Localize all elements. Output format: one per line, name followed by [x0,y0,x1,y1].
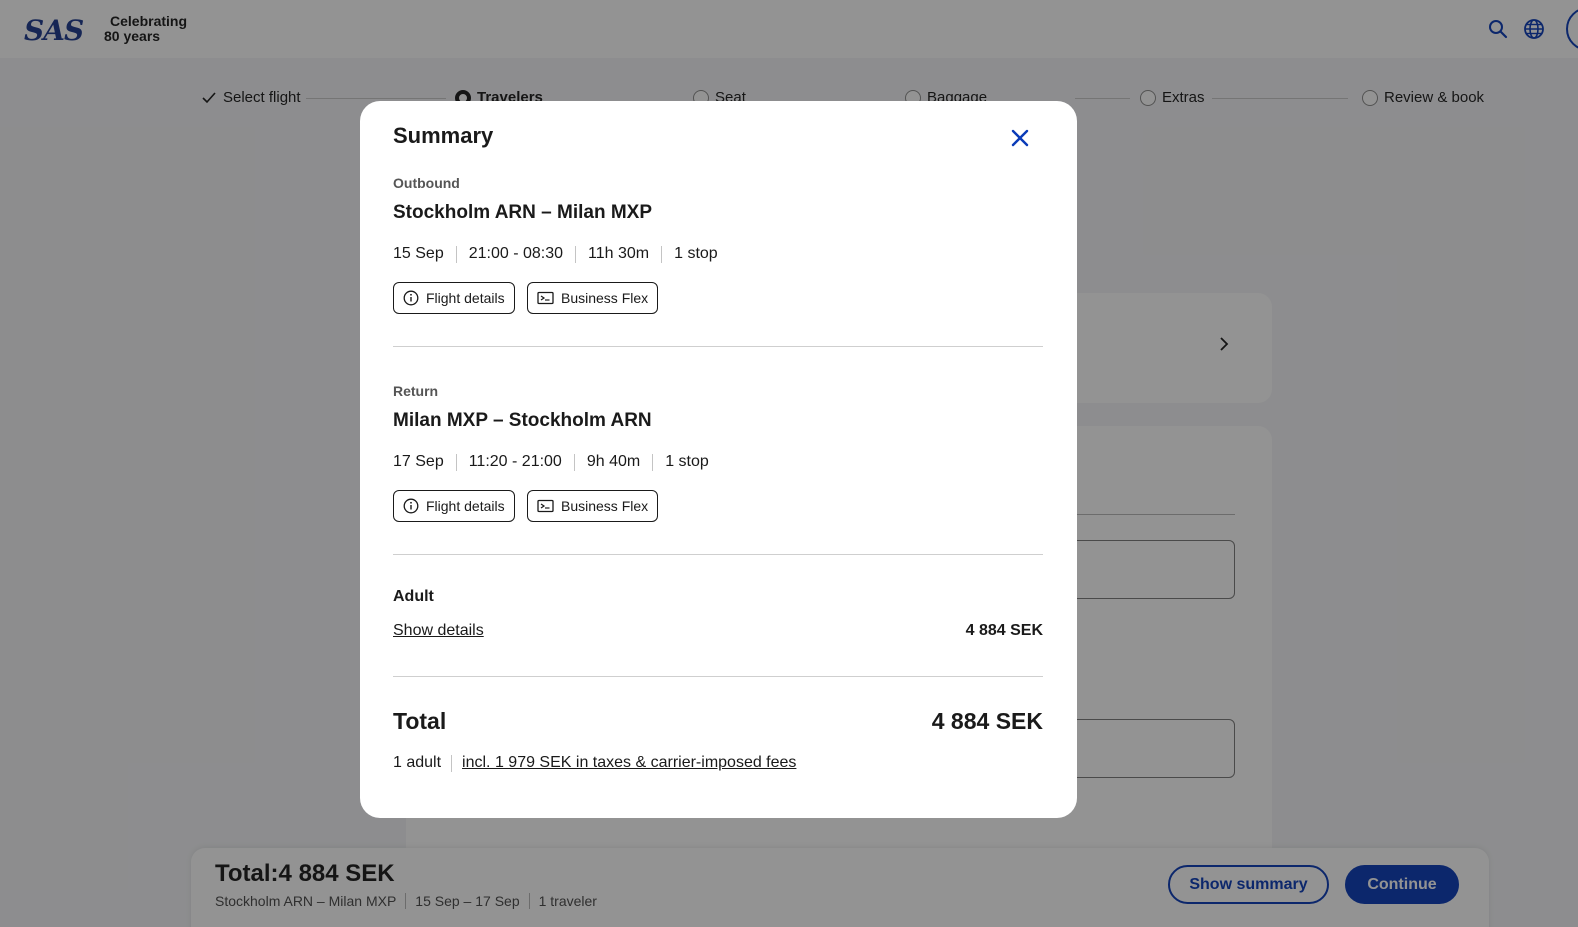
outbound-label: Outbound [393,175,460,191]
flight-times: 11:20 - 21:00 [468,453,562,470]
passenger-price: 4 884 SEK [965,622,1043,639]
return-flight-meta: 17 Sep 11:20 - 21:00 9h 40m 1 stop [393,453,709,471]
close-icon [1011,129,1029,147]
flight-date: 17 Sep [393,453,444,470]
return-label: Return [393,383,439,399]
info-icon [403,498,419,514]
total-meta: 1 adult incl. 1 979 SEK in taxes & carri… [393,754,796,772]
close-button[interactable] [1005,123,1035,153]
flight-stops: 1 stop [665,453,709,470]
outbound-fare-button[interactable]: Business Flex [527,282,659,314]
ticket-icon [537,499,554,513]
separator [455,245,457,263]
section-divider [393,554,1043,555]
chip-label: Flight details [426,290,505,306]
outbound-flight-meta: 15 Sep 21:00 - 08:30 11h 30m 1 stop [393,245,718,263]
return-route: Milan MXP – Stockholm ARN [393,410,652,431]
total-label: Total [393,708,447,734]
info-icon [403,290,419,306]
chip-label: Business Flex [561,290,649,306]
flight-duration: 11h 30m [588,245,650,262]
separator [573,453,575,471]
separator [661,245,663,263]
dialog-title: Summary [393,123,494,148]
outbound-route: Stockholm ARN – Milan MXP [393,202,652,223]
flight-date: 15 Sep [393,245,444,262]
passenger-count: 1 adult [393,754,442,771]
passenger-type-label: Adult [393,588,434,605]
flight-stops: 1 stop [674,245,718,262]
separator [451,754,453,772]
summary-dialog: Summary Outbound Stockholm ARN – Milan M… [360,101,1077,818]
taxes-fees-link[interactable]: incl. 1 979 SEK in taxes & carrier-impos… [462,754,796,772]
separator [652,453,654,471]
outbound-flight-details-button[interactable]: Flight details [393,282,515,314]
separator [455,453,457,471]
chip-label: Business Flex [561,498,649,514]
flight-duration: 9h 40m [586,453,641,470]
separator [575,245,577,263]
chip-label: Flight details [426,498,505,514]
return-fare-button[interactable]: Business Flex [527,490,659,522]
show-details-link[interactable]: Show details [393,622,484,640]
return-flight-details-button[interactable]: Flight details [393,490,515,522]
total-price: 4 884 SEK [931,708,1043,734]
flight-times: 21:00 - 08:30 [468,245,564,262]
section-divider [393,676,1043,677]
ticket-icon [537,291,554,305]
section-divider [393,346,1043,347]
